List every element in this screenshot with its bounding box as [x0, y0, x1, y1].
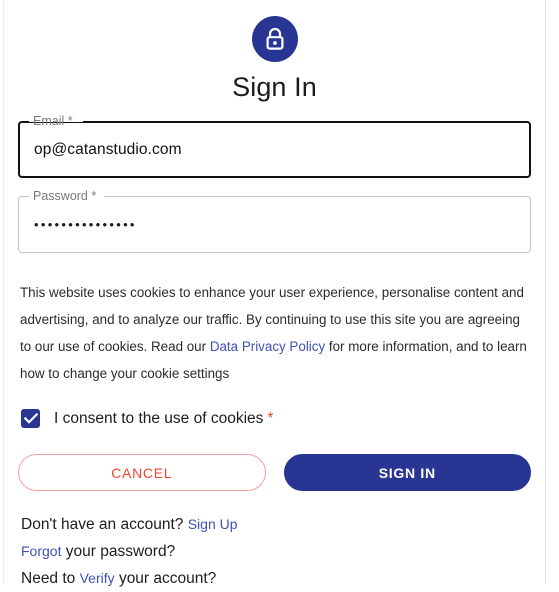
- verify-line: Need to Verify your account?: [21, 565, 531, 592]
- sign-in-button[interactable]: SIGN IN: [283, 454, 531, 491]
- cookie-notice: This website uses cookies to enhance you…: [20, 279, 529, 387]
- email-input[interactable]: op@catanstudio.com: [34, 121, 182, 178]
- forgot-line: Forgot your password?: [21, 538, 531, 565]
- footer-links: Don't have an account? Sign Up Forgot yo…: [21, 511, 531, 592]
- forgot-suffix: your password?: [65, 543, 176, 560]
- page-title: Sign In: [232, 72, 317, 102]
- consent-checkbox[interactable]: [21, 409, 40, 428]
- check-icon: [23, 413, 38, 424]
- verify-suffix: your account?: [118, 570, 217, 587]
- lock-icon: [251, 16, 298, 62]
- sign-in-form: Sign In Email * op@catanstudio.com Passw…: [4, 0, 545, 587]
- cancel-button[interactable]: CANCEL: [18, 454, 266, 491]
- sign-up-link[interactable]: Sign Up: [188, 516, 238, 532]
- password-field[interactable]: Password * •••••••••••••••: [18, 189, 531, 253]
- password-field-label: Password *: [33, 189, 97, 203]
- sign-in-page: Sign In Email * op@catanstudio.com Passw…: [3, 0, 546, 587]
- consent-row[interactable]: I consent to the use of cookies *: [21, 409, 531, 428]
- consent-label-text: I consent to the use of cookies: [54, 409, 264, 427]
- forgot-password-link[interactable]: Forgot: [21, 543, 61, 559]
- signup-prefix: Don't have an account?: [21, 516, 184, 533]
- email-field-label: Email *: [33, 114, 73, 128]
- verify-prefix: Need to: [21, 570, 76, 587]
- form-actions: CANCEL SIGN IN: [18, 454, 531, 491]
- consent-label: I consent to the use of cookies *: [54, 410, 273, 428]
- email-field[interactable]: Email * op@catanstudio.com: [18, 114, 531, 178]
- data-privacy-policy-link[interactable]: Data Privacy Policy: [210, 339, 325, 354]
- password-input[interactable]: •••••••••••••••: [34, 196, 137, 253]
- required-asterisk: *: [267, 409, 274, 427]
- signup-line: Don't have an account? Sign Up: [21, 511, 531, 538]
